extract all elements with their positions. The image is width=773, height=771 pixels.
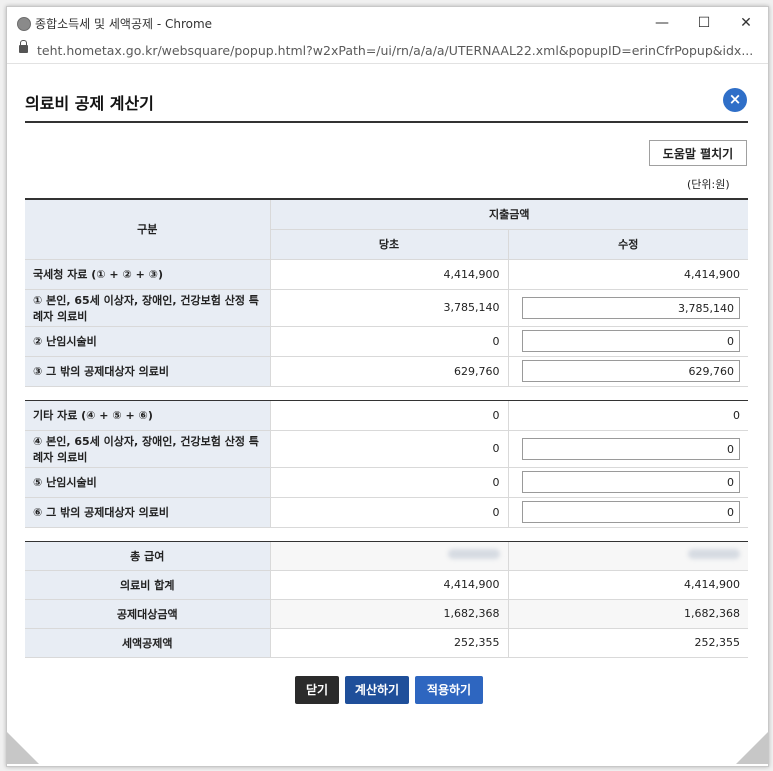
revised-value: 252,355 xyxy=(507,628,748,658)
original-value: 252,355 xyxy=(269,628,508,658)
original-value: 0 xyxy=(269,430,508,468)
original-value: 0 xyxy=(269,467,508,498)
header-expense: 지출금액 xyxy=(269,198,748,230)
browser-popup-window: 종합소득세 및 세액공제 - Chrome — ☐ ✕ teht.hometax… xyxy=(6,6,769,767)
url-text[interactable]: teht.hometax.go.kr/websquare/popup.html?… xyxy=(37,43,753,58)
dialog-content: 의료비 공제 계산기 × 도움말 펼치기 (단위:원) 구분 지출금액 당초 수… xyxy=(7,64,768,764)
row-label: ③ 그 밖의 공제대상자 의료비 xyxy=(25,356,270,387)
row-label: ② 난임시술비 xyxy=(25,326,270,357)
row-label: 세액공제액 xyxy=(25,628,270,658)
table-row: ⑤ 난임시술비 0 0 xyxy=(25,467,748,498)
close-icon[interactable]: × xyxy=(723,88,747,112)
revised-value: 4,414,900 xyxy=(507,259,748,290)
resize-corner-right[interactable] xyxy=(736,732,768,764)
revised-input[interactable]: 0 xyxy=(522,437,740,460)
window-title: 종합소득세 및 세액공제 - Chrome xyxy=(35,17,213,31)
table-row: 기타 자료 (④ + ⑤ + ⑥) 0 0 xyxy=(25,400,748,431)
original-value: 0 xyxy=(269,326,508,357)
revised-input[interactable]: 3,785,140 xyxy=(522,296,740,319)
original-value: 4,414,900 xyxy=(269,259,508,290)
dialog-title: 의료비 공제 계산기 xyxy=(25,94,154,113)
row-label: ④ 본인, 65세 이상자, 장애인, 건강보험 산정 특례자 의료비 xyxy=(25,430,270,468)
table-row: ③ 그 밖의 공제대상자 의료비 629,760 629,760 xyxy=(25,356,748,387)
unit-label: (단위:원) xyxy=(687,178,730,191)
title-divider xyxy=(25,121,748,123)
revised-value: 4,414,900 xyxy=(507,570,748,600)
row-label: ⑥ 그 밖의 공제대상자 의료비 xyxy=(25,497,270,528)
original-value: 629,760 xyxy=(269,356,508,387)
row-label: 공제대상금액 xyxy=(25,599,270,629)
header-revised: 수정 xyxy=(507,229,748,260)
chrome-icon xyxy=(17,17,31,31)
row-label: 총 급여 xyxy=(25,541,270,571)
original-value: 1,682,368 xyxy=(269,599,508,629)
minimize-button[interactable]: — xyxy=(644,11,680,35)
calculate-button[interactable]: 계산하기 xyxy=(345,676,409,704)
table-row: ⑥ 그 밖의 공제대상자 의료비 0 0 xyxy=(25,497,748,528)
title-bar: 종합소득세 및 세액공제 - Chrome — ☐ ✕ xyxy=(7,7,768,39)
resize-corner-left xyxy=(7,732,39,764)
apply-button[interactable]: 적용하기 xyxy=(415,676,483,704)
row-label: 의료비 합계 xyxy=(25,570,270,600)
address-bar: teht.hometax.go.kr/websquare/popup.html?… xyxy=(7,39,768,64)
table-row: 국세청 자료 (① + ② + ③) 4,414,900 4,414,900 xyxy=(25,259,748,290)
table-row: ① 본인, 65세 이상자, 장애인, 건강보험 산정 특례자 의료비 3,78… xyxy=(25,289,748,327)
close-window-button[interactable]: ✕ xyxy=(728,11,764,35)
help-expand-button[interactable]: 도움말 펼치기 xyxy=(649,140,747,166)
original-value: 3,785,140 xyxy=(269,289,508,327)
original-value: 4,414,900 xyxy=(269,570,508,600)
blurred-value xyxy=(688,549,740,559)
revised-input[interactable]: 0 xyxy=(522,501,740,523)
lock-icon xyxy=(19,40,28,53)
table-row: 세액공제액 252,355 252,355 xyxy=(25,628,748,658)
maximize-button[interactable]: ☐ xyxy=(686,11,722,35)
revised-input[interactable]: 0 xyxy=(522,330,740,352)
revised-value: 0 xyxy=(507,400,748,431)
table-row: ② 난임시술비 0 0 xyxy=(25,326,748,357)
row-label: 국세청 자료 (① + ② + ③) xyxy=(25,259,270,290)
table-row: 공제대상금액 1,682,368 1,682,368 xyxy=(25,599,748,629)
original-value: 0 xyxy=(269,497,508,528)
revised-input[interactable]: 629,760 xyxy=(522,360,740,382)
row-label: 기타 자료 (④ + ⑤ + ⑥) xyxy=(25,400,270,431)
medical-deduction-table: 구분 지출금액 당초 수정 국세청 자료 (① + ② + ③) 4,414,9… xyxy=(25,198,748,658)
header-category: 구분 xyxy=(25,198,270,260)
row-label: ⑤ 난임시술비 xyxy=(25,467,270,498)
table-row: 의료비 합계 4,414,900 4,414,900 xyxy=(25,570,748,600)
row-label: ① 본인, 65세 이상자, 장애인, 건강보험 산정 특례자 의료비 xyxy=(25,289,270,327)
close-button[interactable]: 닫기 xyxy=(295,676,339,704)
revised-input[interactable]: 0 xyxy=(522,471,740,493)
table-row: ④ 본인, 65세 이상자, 장애인, 건강보험 산정 특례자 의료비 0 0 xyxy=(25,430,748,468)
header-original: 당초 xyxy=(269,229,508,260)
blurred-value xyxy=(447,549,500,559)
revised-value: 1,682,368 xyxy=(507,599,748,629)
table-row: 총 급여 xyxy=(25,541,748,571)
original-value: 0 xyxy=(269,400,508,431)
